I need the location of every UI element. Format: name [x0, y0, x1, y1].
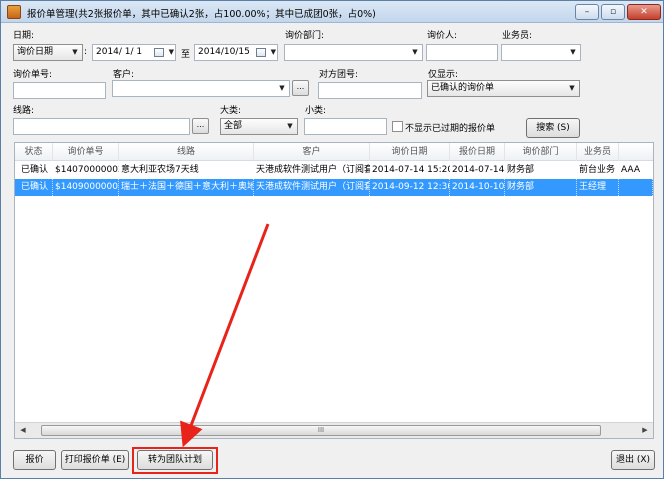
status-cell: 已确认 — [19, 179, 53, 196]
horizontal-scrollbar[interactable]: ◀ III ▶ — [15, 422, 653, 438]
dept-select[interactable]: ▼ — [284, 44, 423, 61]
highlight-box — [132, 447, 218, 474]
route-cell: 意大利亚农场7天线 — [121, 165, 199, 175]
date-type-value: 询价日期 — [17, 47, 54, 57]
chevron-down-icon: ▼ — [72, 48, 78, 56]
quote-date-cell: 2014-10-10 — [450, 179, 505, 196]
quote-date-cell: 2014-07-14 — [452, 165, 505, 175]
extra-cell: AAA — [621, 165, 640, 175]
chevron-down-icon: ▼ — [412, 48, 418, 56]
column-dept[interactable]: 询价部门 — [505, 143, 577, 161]
scroll-left-arrow-icon[interactable]: ◀ — [15, 423, 31, 438]
date-to-value: 2014/10/15 — [198, 47, 250, 57]
dept-label: 询价部门: — [285, 31, 325, 41]
route-label: 线路: — [13, 106, 35, 116]
route-input[interactable] — [13, 118, 190, 135]
title-bar: 报价单管理(共2张报价单，其中已确认2张，占100.00%；其中已成团0张，占0… — [1, 1, 663, 23]
table-header: 状态 询价单号 线路 客户 询价日期 报价日期 询价部门 业务员 — [15, 143, 653, 161]
colon-label: : — [84, 47, 88, 57]
calendar-icon — [154, 48, 164, 57]
sales-cell: 前台业务 — [579, 165, 616, 175]
date-from-picker[interactable]: 2014/ 1/ 1 ▼ — [92, 44, 176, 61]
customer-label: 客户: — [113, 70, 135, 80]
column-extra[interactable] — [619, 143, 653, 161]
column-sales[interactable]: 业务员 — [577, 143, 619, 161]
category-label: 大类: — [220, 106, 242, 116]
route-browse-button[interactable]: ... — [192, 118, 209, 134]
inquiry-date-cell: 2014-09-12 12:30 — [370, 179, 450, 196]
column-inquiry-no[interactable]: 询价单号 — [53, 143, 119, 161]
dept-cell: 财务部 — [507, 165, 535, 175]
inquiry-no-input[interactable] — [13, 82, 106, 99]
inquiry-date-cell: 2014-07-14 15:20 — [372, 165, 450, 175]
maximize-button[interactable]: ▫ — [601, 4, 625, 20]
sales-label: 业务员: — [502, 31, 533, 41]
hide-expired-label: 不显示已过期的报价单 — [405, 124, 496, 134]
customer-browse-button[interactable]: ... — [292, 80, 309, 96]
inquiry-no-label: 询价单号: — [13, 70, 53, 80]
date-to-label: 至 — [181, 50, 191, 60]
column-status[interactable]: 状态 — [15, 143, 53, 161]
customer-cell: 天港成软件测试用户（订阅套 — [254, 179, 370, 196]
quote-table: 状态 询价单号 线路 客户 询价日期 报价日期 询价部门 业务员 已确认 $14… — [14, 142, 654, 439]
inquirer-input[interactable] — [426, 44, 498, 61]
chevron-down-icon: ▼ — [279, 84, 285, 92]
category-value: 全部 — [224, 121, 243, 131]
table-row[interactable]: 已确认 $14070000002 意大利亚农场7天线 天港成软件测试用户（订阅套… — [15, 162, 653, 179]
show-only-value: 已确认的询价单 — [431, 83, 495, 93]
print-quote-button[interactable]: 打印报价单 (E) — [61, 450, 129, 470]
column-customer[interactable]: 客户 — [254, 143, 370, 161]
group-no-label: 对方团号: — [319, 70, 359, 80]
minimize-button[interactable]: – — [575, 4, 599, 20]
window-title: 报价单管理(共2张报价单，其中已确认2张，占100.00%；其中已成团0张，占0… — [27, 9, 376, 20]
show-only-label: 仅显示: — [428, 70, 459, 80]
sales-select[interactable]: ▼ — [501, 44, 581, 61]
close-button[interactable]: ✕ — [627, 4, 661, 20]
route-cell: 瑞士＋法国＋德国＋意大利＋奥地 — [119, 179, 254, 196]
inquiry-no-cell: $14090000003 — [53, 179, 119, 196]
sales-cell: 王经理 — [577, 179, 619, 196]
date-from-value: 2014/ 1/ 1 — [96, 47, 143, 57]
chevron-down-icon: ▼ — [570, 48, 576, 56]
table-row-selected[interactable]: 已确认 $14090000003 瑞士＋法国＋德国＋意大利＋奥地 天港成软件测试… — [15, 179, 653, 196]
inquiry-no-cell: $14070000002 — [55, 165, 119, 175]
customer-select[interactable]: ▼ — [112, 80, 290, 97]
search-button[interactable]: 搜索 (S) — [526, 118, 580, 138]
calendar-icon — [256, 48, 266, 57]
chevron-down-icon: ▼ — [168, 48, 174, 56]
app-icon — [7, 5, 21, 19]
hide-expired-checkbox[interactable] — [392, 121, 403, 132]
subcategory-input[interactable] — [304, 118, 387, 135]
exit-button[interactable]: 退出 (X) — [611, 450, 655, 470]
subcategory-label: 小类: — [305, 106, 327, 116]
scroll-right-arrow-icon[interactable]: ▶ — [637, 423, 653, 438]
extra-cell — [619, 179, 653, 196]
chevron-down-icon: ▼ — [569, 84, 575, 92]
column-route[interactable]: 线路 — [119, 143, 254, 161]
show-only-select[interactable]: 已确认的询价单 ▼ — [427, 80, 580, 97]
category-select[interactable]: 全部 ▼ — [220, 118, 298, 135]
column-inquiry-date[interactable]: 询价日期 — [370, 143, 450, 161]
inquirer-label: 询价人: — [427, 31, 458, 41]
status-cell: 已确认 — [21, 165, 49, 175]
customer-cell: 天港成软件测试用户（订阅套 — [256, 165, 370, 175]
quote-button[interactable]: 报价 — [13, 450, 56, 470]
chevron-down-icon: ▼ — [270, 48, 276, 56]
date-label: 日期: — [13, 31, 35, 41]
dept-cell: 财务部 — [505, 179, 577, 196]
group-no-input[interactable] — [318, 82, 422, 99]
scroll-thumb[interactable]: III — [41, 425, 601, 436]
chevron-down-icon: ▼ — [287, 122, 293, 130]
date-type-select[interactable]: 询价日期 ▼ — [13, 44, 83, 61]
quote-management-window: 报价单管理(共2张报价单，其中已确认2张，占100.00%；其中已成团0张，占0… — [0, 0, 664, 479]
date-to-picker[interactable]: 2014/10/15 ▼ — [194, 44, 278, 61]
column-quote-date[interactable]: 报价日期 — [450, 143, 505, 161]
